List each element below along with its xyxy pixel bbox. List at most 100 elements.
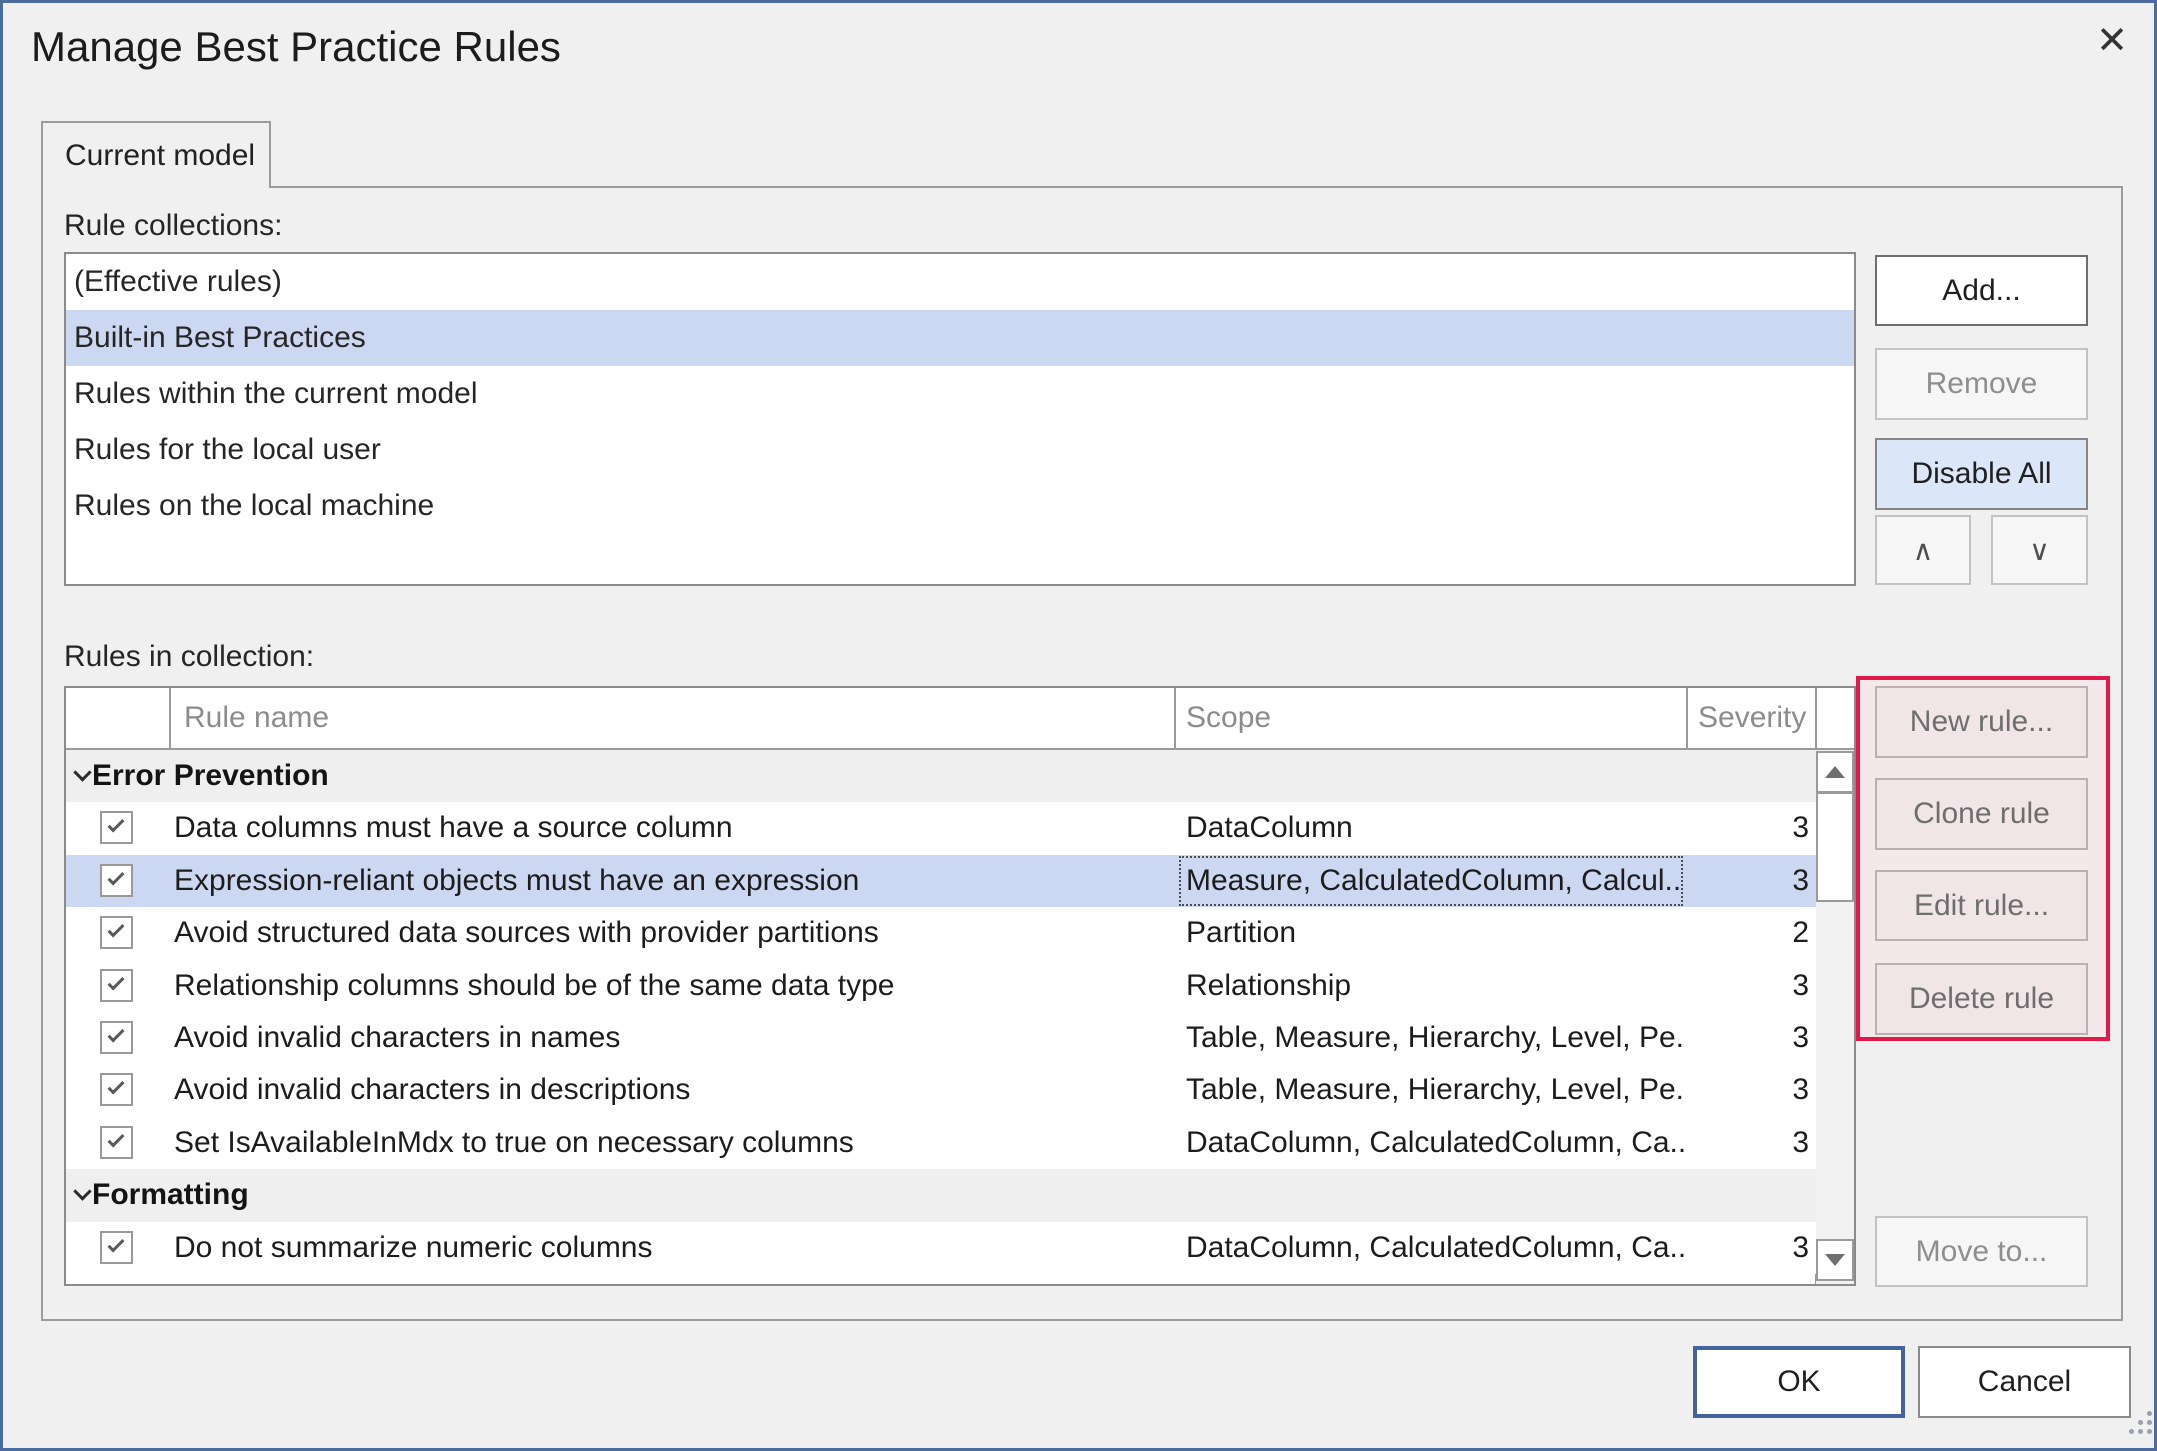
table-row[interactable]: Set IsAvailableInMdx to true on necessar… [66, 1117, 1816, 1169]
column-header-rule-name: Rule name [184, 688, 329, 748]
rule-checkbox[interactable] [100, 969, 133, 1002]
rule-name-cell: Avoid invalid characters in descriptions [174, 1064, 1164, 1116]
rule-scope-cell: DataColumn [1178, 802, 1684, 854]
rule-name-cell: Expression-reliant objects must have an … [174, 855, 1164, 907]
checkmark-icon [108, 1078, 125, 1095]
remove-button[interactable]: Remove [1875, 348, 2088, 420]
clone-rule-button[interactable]: Clone rule [1875, 778, 2088, 850]
vertical-scrollbar[interactable] [1816, 750, 1854, 1284]
column-header-severity: Severity [1698, 688, 1806, 748]
rule-severity-cell: 3 [1626, 1222, 1809, 1274]
column-header-scope: Scope [1186, 688, 1271, 748]
rule-checkbox[interactable] [100, 1021, 133, 1054]
resize-grip[interactable] [2127, 1409, 2157, 1439]
scrollbar-thumb[interactable] [1816, 792, 1854, 902]
rule-name-cell: Avoid structured data sources with provi… [174, 907, 1164, 959]
rule-collections-listbox[interactable]: (Effective rules) Built-in Best Practice… [64, 252, 1856, 586]
chevron-down-icon [73, 1182, 91, 1200]
rule-checkbox[interactable] [100, 1231, 133, 1264]
edit-rule-button[interactable]: Edit rule... [1875, 870, 2088, 941]
rules-table: Rule name Scope Severity Error Preventio… [64, 686, 1856, 1286]
list-item-label: Rules for the local user [74, 433, 381, 466]
rule-scope-cell: Partition [1178, 907, 1684, 959]
rule-scope-cell: Table, Measure, Hierarchy, Level, Pe... [1178, 1064, 1684, 1116]
rule-severity-cell: 3 [1626, 1064, 1809, 1116]
list-item-label: Rules on the local machine [74, 489, 434, 522]
list-item-label: Built-in Best Practices [74, 321, 366, 354]
rules-in-collection-label: Rules in collection: [64, 640, 314, 674]
disable-all-button[interactable]: Disable All [1875, 438, 2088, 510]
rule-name-cell: Data columns must have a source column [174, 802, 1164, 854]
header-separator [1174, 688, 1176, 748]
move-down-button[interactable]: ∨ [1991, 515, 2088, 585]
move-to-button[interactable]: Move to... [1875, 1216, 2088, 1287]
table-row[interactable]: Avoid invalid characters in descriptions… [66, 1064, 1816, 1116]
checkmark-icon [108, 1130, 125, 1147]
rule-scope-cell: Relationship [1178, 960, 1684, 1012]
scroll-down-button[interactable] [1816, 1239, 1854, 1281]
header-separator [169, 688, 171, 748]
checkmark-icon [108, 868, 125, 885]
dialog-manage-best-practice-rules: Manage Best Practice Rules ✕ Current mod… [0, 0, 2157, 1451]
table-row[interactable]: Relationship columns should be of the sa… [66, 960, 1816, 1012]
rules-table-rows: Error Prevention Data columns must have … [66, 750, 1816, 1282]
rule-checkbox[interactable] [100, 1073, 133, 1106]
list-item[interactable]: Rules for the local user [66, 422, 1854, 478]
rule-severity-cell: 3 [1626, 855, 1809, 907]
group-name: Error Prevention [92, 750, 329, 802]
table-row[interactable]: Avoid structured data sources with provi… [66, 907, 1816, 959]
cancel-button[interactable]: Cancel [1918, 1346, 2131, 1418]
rule-severity-cell: 3 [1626, 802, 1809, 854]
rule-name-cell: Avoid invalid characters in names [174, 1012, 1164, 1064]
rule-severity-cell: 2 [1626, 907, 1809, 959]
rule-severity-cell: 3 [1626, 960, 1809, 1012]
close-icon[interactable]: ✕ [2089, 17, 2135, 63]
rule-scope-cell: Table, Measure, Hierarchy, Level, Pe... [1178, 1012, 1684, 1064]
dialog-title: Manage Best Practice Rules [31, 23, 561, 71]
add-button[interactable]: Add... [1875, 255, 2088, 326]
ok-button[interactable]: OK [1693, 1346, 1905, 1418]
table-row[interactable]: Avoid invalid characters in names Table,… [66, 1012, 1816, 1064]
checkmark-icon [108, 1025, 125, 1042]
list-item[interactable]: Rules on the local machine [66, 478, 1854, 534]
rule-severity-cell: 3 [1626, 1012, 1809, 1064]
table-group-row[interactable]: Formatting [66, 1169, 1816, 1221]
scroll-up-icon [1825, 766, 1845, 778]
header-separator [1686, 688, 1688, 748]
group-name: Formatting [92, 1169, 249, 1221]
rule-collections-label: Rule collections: [64, 209, 282, 243]
table-row[interactable]: Do not summarize numeric columns DataCol… [66, 1222, 1816, 1274]
delete-rule-button[interactable]: Delete rule [1875, 963, 2088, 1035]
rule-scope-cell: DataColumn, CalculatedColumn, Ca... [1178, 1117, 1684, 1169]
list-item-label: (Effective rules) [74, 265, 282, 298]
rule-scope-cell: DataColumn, CalculatedColumn, Ca... [1178, 1222, 1684, 1274]
rule-checkbox[interactable] [100, 811, 133, 844]
list-item[interactable]: Built-in Best Practices [66, 310, 1854, 366]
chevron-down-icon [73, 763, 91, 781]
scroll-down-icon [1825, 1254, 1845, 1266]
tab-label: Current model [65, 139, 255, 173]
checkmark-icon [108, 816, 125, 833]
resize-grip-dots [2129, 1411, 2134, 1416]
checkmark-icon [108, 921, 125, 938]
scroll-up-button[interactable] [1816, 751, 1854, 793]
rule-severity-cell: 3 [1626, 1117, 1809, 1169]
rule-checkbox[interactable] [100, 1126, 133, 1159]
new-rule-button[interactable]: New rule... [1875, 686, 2088, 758]
rule-name-cell: Relationship columns should be of the sa… [174, 960, 1164, 1012]
rule-scope-cell: Measure, CalculatedColumn, Calcul... [1178, 855, 1684, 907]
rule-name-cell: Set IsAvailableInMdx to true on necessar… [174, 1117, 1164, 1169]
checkmark-icon [108, 1235, 125, 1252]
tab-current-model[interactable]: Current model [41, 121, 271, 188]
table-group-row[interactable]: Error Prevention [66, 750, 1816, 802]
move-up-button[interactable]: ∧ [1875, 515, 1971, 585]
rule-checkbox[interactable] [100, 864, 133, 897]
rule-name-cell: Do not summarize numeric columns [174, 1222, 1164, 1274]
list-item-label: Rules within the current model [74, 377, 478, 410]
rule-checkbox[interactable] [100, 916, 133, 949]
list-item[interactable]: Rules within the current model [66, 366, 1854, 422]
list-item[interactable]: (Effective rules) [66, 254, 1854, 310]
checkmark-icon [108, 973, 125, 990]
table-row[interactable]: Data columns must have a source column D… [66, 802, 1816, 854]
table-row[interactable]: Expression-reliant objects must have an … [66, 855, 1816, 907]
